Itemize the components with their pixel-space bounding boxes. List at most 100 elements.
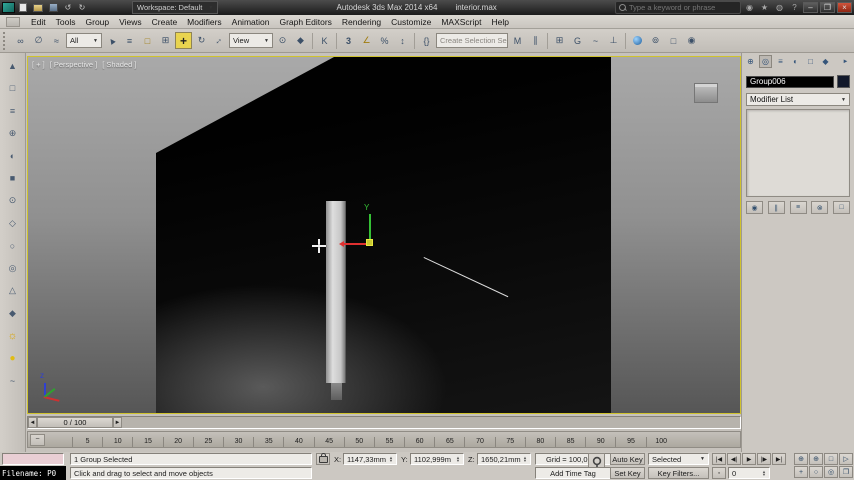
scene-panel-object[interactable] [326,201,346,383]
select-and-scale-icon[interactable] [207,28,231,52]
time-slider-handle[interactable]: 0 / 100 [37,417,113,428]
left-toolbar-icon[interactable] [4,148,21,163]
edit-selection-sets-icon[interactable] [418,32,435,49]
zoom-icon[interactable] [794,453,808,465]
spinner-snap-icon[interactable] [394,32,411,49]
coord-x-field[interactable]: 1147,33mm ▲ ▼ [343,453,397,465]
previous-frame-button[interactable]: ◀| [727,453,741,465]
left-toolbar-icon[interactable] [4,283,21,298]
graphite-ribbon-icon[interactable]: G [569,32,586,49]
menu-edit[interactable]: Edit [26,17,51,27]
play-button[interactable]: ▶ [742,453,756,465]
maximize-button[interactable]: ❐ [820,2,836,13]
search-box[interactable] [615,1,742,14]
go-to-end-button[interactable]: ▶| [772,453,786,465]
time-slider-right-arrow-icon[interactable]: ► [113,417,122,428]
left-toolbar-icon[interactable] [4,373,21,388]
render-setup-icon[interactable] [647,32,664,49]
menu-views[interactable]: Views [114,17,147,27]
render-production-icon[interactable] [683,32,700,49]
select-and-manipulate-icon[interactable] [292,32,309,49]
menu-modifiers[interactable]: Modifiers [182,17,226,27]
select-by-name-icon[interactable] [121,32,138,49]
unlink-selection-icon[interactable] [30,32,47,49]
tab-display[interactable] [804,55,817,68]
sunlight-tool-icon[interactable] [4,328,21,343]
align-icon[interactable] [527,32,544,49]
named-sets-dropdown[interactable]: Create Selection Se ▼ [436,33,508,48]
schematic-view-icon[interactable] [605,32,622,49]
time-slider-left-arrow-icon[interactable]: ◄ [28,417,37,428]
object-name-field[interactable]: Group006 [746,75,834,88]
menu-graph-editors[interactable]: Graph Editors [274,17,336,27]
coord-z-field[interactable]: 1650,21mm ▲ ▼ [477,453,531,465]
menu-create[interactable]: Create [147,17,183,27]
menu-maxscript[interactable]: MAXScript [436,17,486,27]
maxscript-mini-listener[interactable] [2,453,64,465]
spinner-icon[interactable]: ▲ ▼ [523,455,527,463]
modifier-stack[interactable] [746,109,850,197]
left-toolbar-icon[interactable] [4,103,21,118]
undo-icon[interactable]: ↺ [62,2,74,13]
remove-modifier-icon[interactable] [811,201,829,214]
select-and-link-icon[interactable] [12,32,29,49]
keyboard-override-icon[interactable]: K [316,32,333,49]
redo-icon[interactable]: ↻ [76,2,88,13]
add-time-tag-field[interactable]: Add Time Tag [535,467,611,479]
left-toolbar-icon[interactable] [4,193,21,208]
percent-snap-icon[interactable] [376,32,393,49]
zoom-all-icon[interactable] [809,453,823,465]
sign-in-icon[interactable]: ◉ [743,3,756,12]
current-frame-field[interactable]: 0 ▲ ▼ [728,467,770,479]
menu-help[interactable]: Help [486,17,513,27]
material-editor-icon[interactable] [629,32,646,49]
next-frame-button[interactable]: |▶ [757,453,771,465]
left-toolbar-icon[interactable] [4,306,21,321]
curve-editor-icon[interactable]: ~ [587,32,604,49]
selection-filter-dropdown[interactable]: All ▼ [66,33,102,48]
menu-tools[interactable]: Tools [51,17,81,27]
key-mode-toggle[interactable] [712,467,726,479]
window-crossing-icon[interactable] [157,32,174,49]
tab-modify[interactable] [759,55,772,68]
maximize-viewport-icon[interactable] [839,466,853,478]
pin-stack-icon[interactable] [746,201,763,214]
rectangular-selection-icon[interactable] [139,32,156,49]
show-end-result-icon[interactable] [767,201,785,214]
mini-curve-editor-button[interactable]: ~ [30,434,45,446]
move-gizmo-center[interactable] [366,239,373,246]
snaps-toggle-icon[interactable]: 3 [340,32,357,49]
auto-key-button[interactable]: Auto Key [610,453,645,465]
search-input[interactable] [629,3,738,12]
menu-animation[interactable]: Animation [227,17,275,27]
menu-rendering[interactable]: Rendering [337,17,386,27]
viewport-pov-label[interactable]: [ Perspective ] [50,60,98,69]
spinner-icon[interactable]: ▲ ▼ [389,455,393,463]
left-toolbar-icon[interactable] [4,81,21,96]
pan-icon[interactable] [794,466,808,478]
left-toolbar-icon[interactable] [4,58,21,73]
perspective-viewport[interactable]: Y z [ + ] [ Perspective ] [ Shaded ] [27,56,741,414]
left-toolbar-icon[interactable] [4,238,21,253]
viewport-shading-label[interactable]: [ Shaded ] [102,60,136,69]
tab-motion[interactable] [789,55,802,68]
left-toolbar-icon[interactable] [4,216,21,231]
go-to-start-button[interactable]: |◀ [712,453,726,465]
make-unique-icon[interactable] [789,201,807,214]
configure-modifier-sets-icon[interactable] [833,201,850,214]
zoom-extents-icon[interactable] [824,453,838,465]
spinner-icon[interactable]: ▲ ▼ [762,469,766,477]
select-and-move-icon[interactable] [175,32,192,49]
left-toolbar-icon[interactable] [4,261,21,276]
layer-manager-icon[interactable] [551,32,568,49]
panel-overflow-icon[interactable] [839,55,852,68]
select-object-icon[interactable] [100,29,124,53]
toolbar-grip[interactable] [3,31,9,50]
left-toolbar-icon[interactable] [4,171,21,186]
track-bar[interactable]: ~ 5 10 15 20 25 30 35 40 45 50 55 60 65 … [27,431,741,448]
menu-customize[interactable]: Customize [386,17,436,27]
left-toolbar-icon[interactable] [4,126,21,141]
bind-to-space-warp-icon[interactable] [48,32,65,49]
favorites-icon[interactable]: ★ [758,3,771,12]
time-slider-track[interactable]: ◄ 0 / 100 ► [27,416,741,429]
